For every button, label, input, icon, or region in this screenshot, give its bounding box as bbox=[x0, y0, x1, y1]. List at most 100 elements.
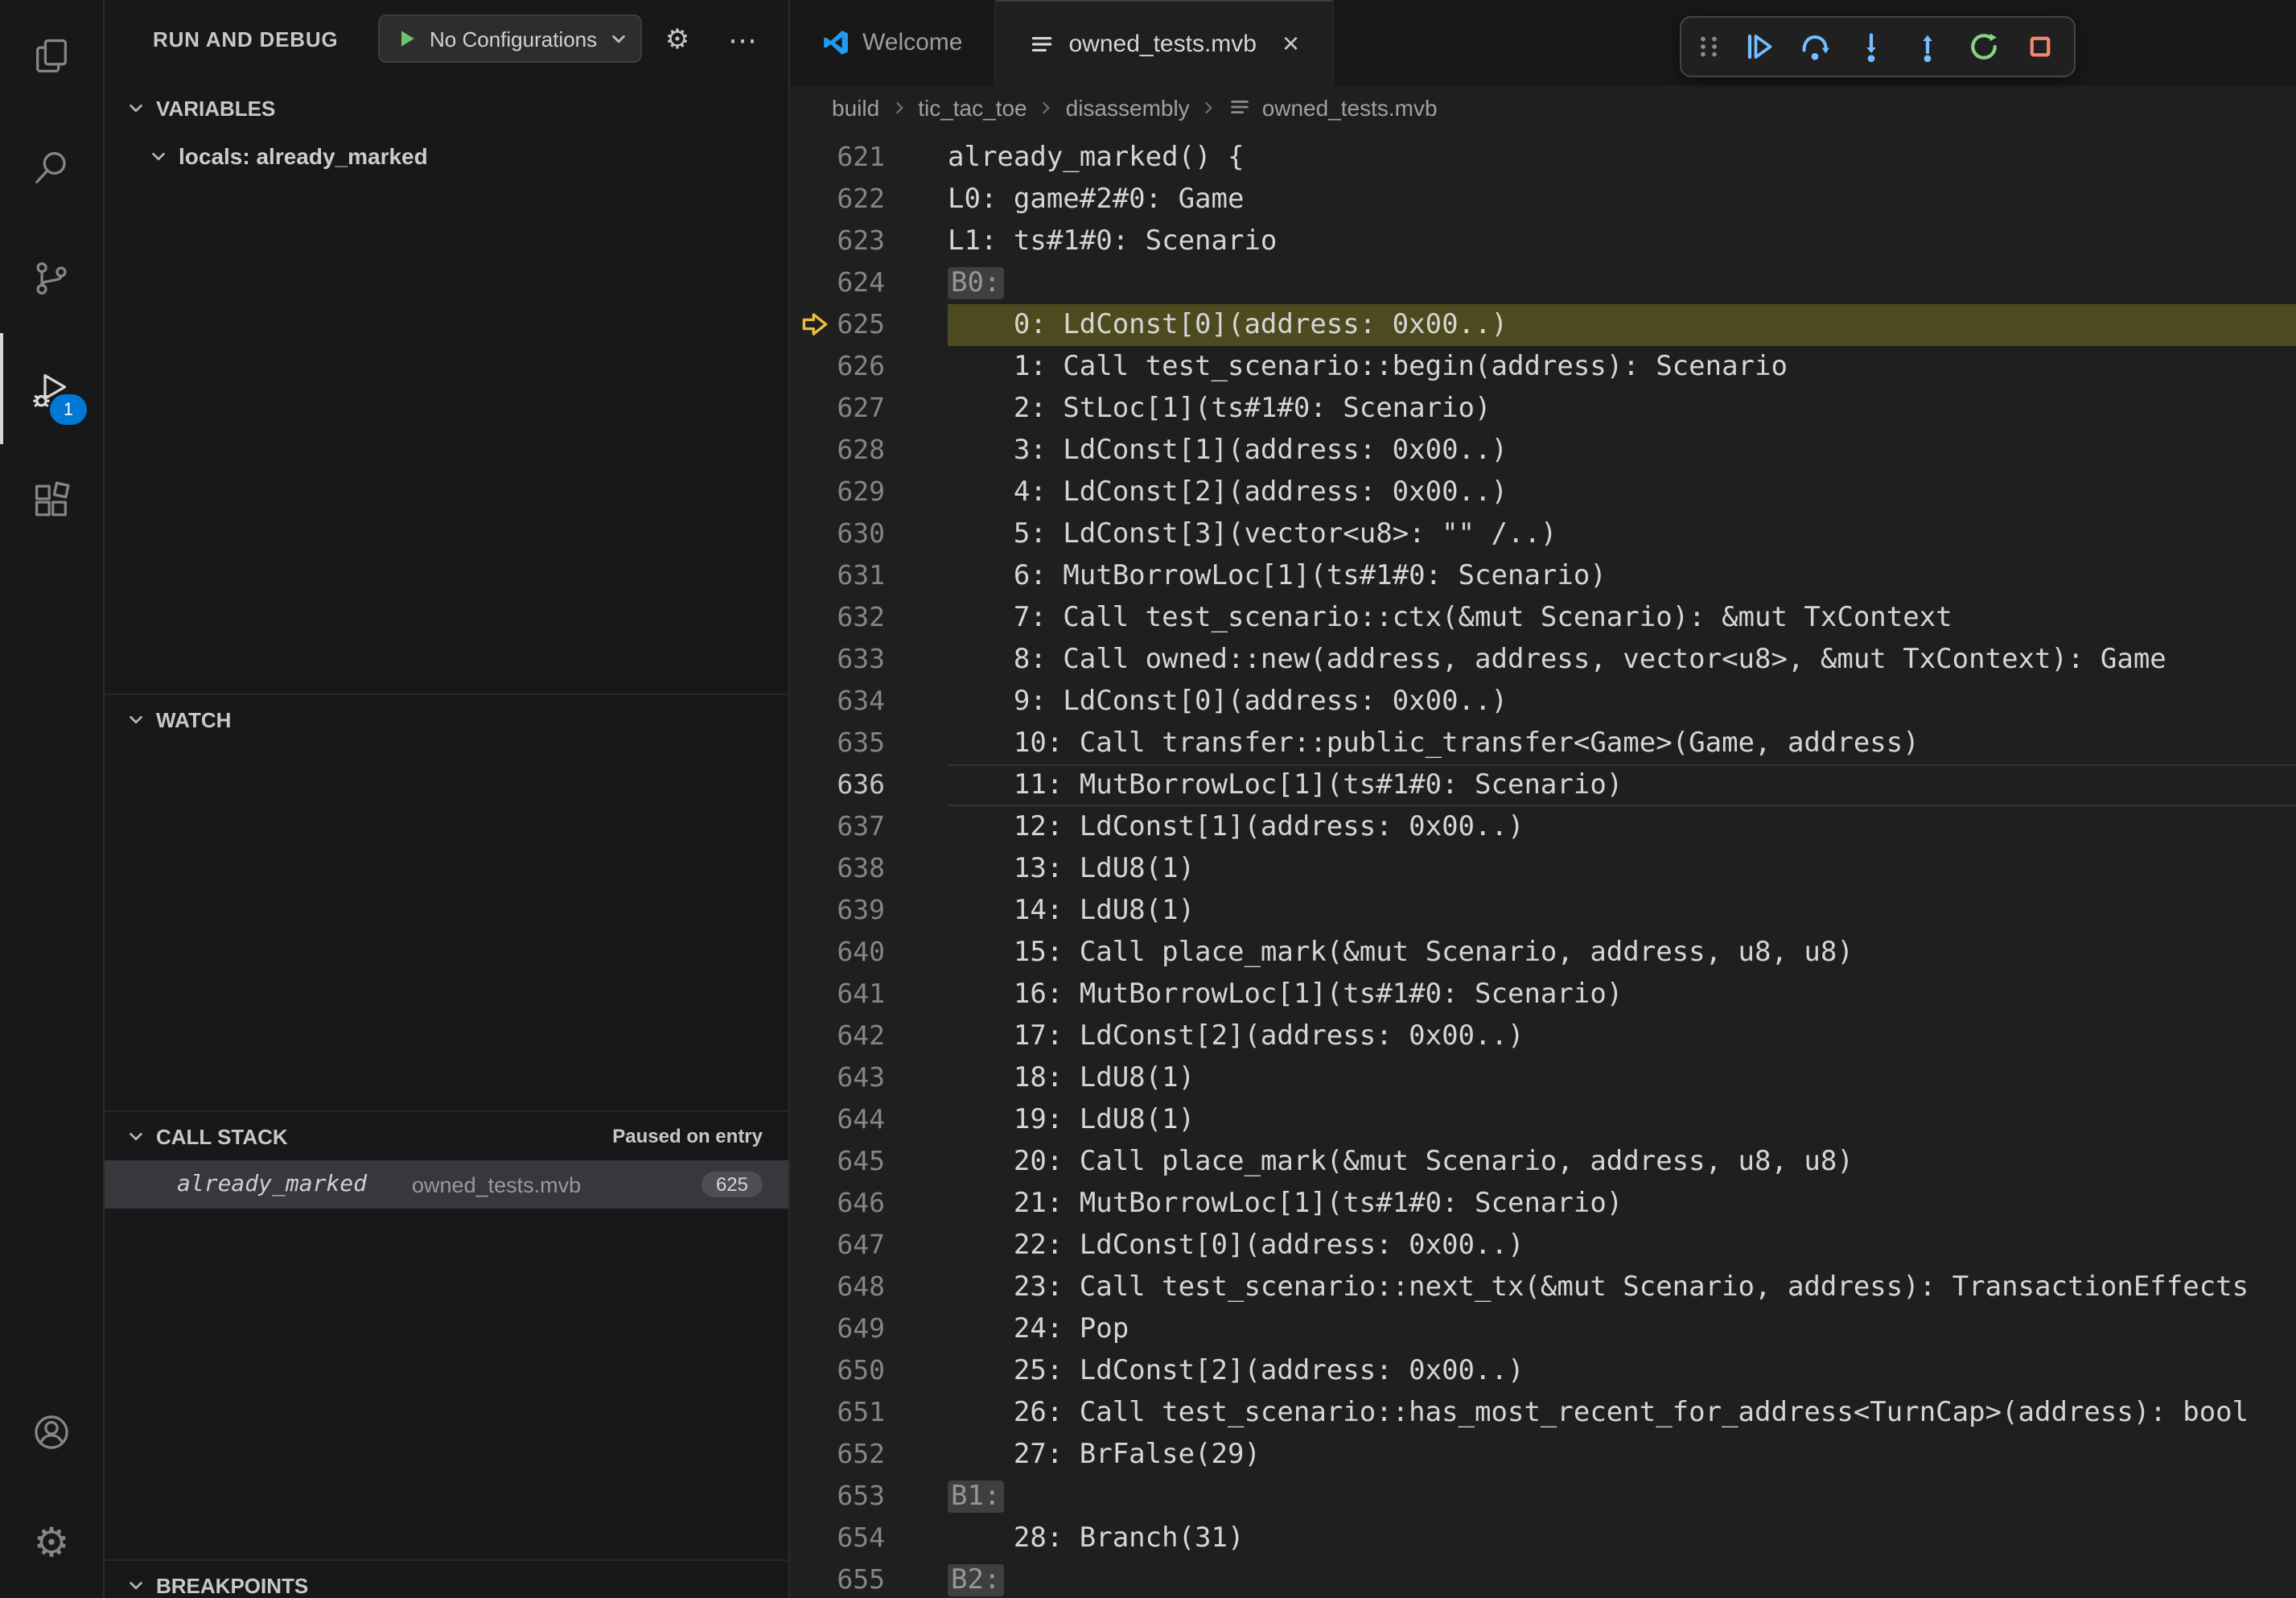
code-line-646[interactable]: 646 21: MutBorrowLoc[1](ts#1#0: Scenario… bbox=[790, 1183, 2296, 1225]
line-number[interactable]: 645 bbox=[835, 1141, 885, 1183]
line-number[interactable]: 655 bbox=[835, 1559, 885, 1598]
continue-button[interactable] bbox=[1731, 23, 1784, 71]
line-number[interactable]: 638 bbox=[835, 848, 885, 890]
code-line-652[interactable]: 652 27: BrFalse(29) bbox=[790, 1434, 2296, 1476]
line-number[interactable]: 639 bbox=[835, 890, 885, 932]
code-line-654[interactable]: 654 28: Branch(31) bbox=[790, 1518, 2296, 1559]
line-number[interactable]: 637 bbox=[835, 806, 885, 848]
line-number[interactable]: 642 bbox=[835, 1015, 885, 1057]
line-number[interactable]: 636 bbox=[835, 764, 885, 806]
line-number[interactable]: 646 bbox=[835, 1183, 885, 1225]
code-line-633[interactable]: 633 8: Call owned::new(address, address,… bbox=[790, 639, 2296, 681]
line-number[interactable]: 650 bbox=[835, 1350, 885, 1392]
code-line-627[interactable]: 627 2: StLoc[1](ts#1#0: Scenario) bbox=[790, 388, 2296, 430]
code-line-655[interactable]: 655B2: bbox=[790, 1559, 2296, 1598]
breadcrumb-item[interactable]: tic_tac_toe bbox=[918, 94, 1027, 120]
tab-welcome[interactable]: Welcome bbox=[790, 0, 997, 85]
line-number[interactable]: 629 bbox=[835, 472, 885, 513]
code-line-649[interactable]: 649 24: Pop bbox=[790, 1308, 2296, 1350]
section-header-breakpoints[interactable]: BREAKPOINTS bbox=[105, 1561, 788, 1598]
code-line-629[interactable]: 629 4: LdConst[2](address: 0x00..) bbox=[790, 472, 2296, 513]
line-number[interactable]: 652 bbox=[835, 1434, 885, 1476]
stop-button[interactable] bbox=[2013, 23, 2066, 71]
line-number[interactable]: 654 bbox=[835, 1518, 885, 1559]
activity-item-search[interactable] bbox=[0, 111, 103, 222]
activity-item-settings[interactable]: ⚙ bbox=[0, 1487, 103, 1598]
code-line-626[interactable]: 626 1: Call test_scenario::begin(address… bbox=[790, 346, 2296, 388]
code-line-639[interactable]: 639 14: LdU8(1) bbox=[790, 890, 2296, 932]
code-line-628[interactable]: 628 3: LdConst[1](address: 0x00..) bbox=[790, 430, 2296, 472]
code-line-637[interactable]: 637 12: LdConst[1](address: 0x00..) bbox=[790, 806, 2296, 848]
code-line-623[interactable]: 623L1: ts#1#0: Scenario bbox=[790, 220, 2296, 262]
code-line-645[interactable]: 645 20: Call place_mark(&mut Scenario, a… bbox=[790, 1141, 2296, 1183]
debug-toolbar-drag-handle[interactable] bbox=[1689, 23, 1728, 71]
line-number[interactable]: 647 bbox=[835, 1225, 885, 1266]
breadcrumb-item-file[interactable]: owned_tests.mvb bbox=[1228, 94, 1438, 120]
code-line-636[interactable]: 636 11: MutBorrowLoc[1](ts#1#0: Scenario… bbox=[790, 764, 2296, 806]
line-number[interactable]: 653 bbox=[835, 1476, 885, 1518]
line-number[interactable]: 630 bbox=[835, 513, 885, 555]
breadcrumb-item[interactable]: build bbox=[832, 94, 879, 120]
line-number[interactable]: 621 bbox=[835, 137, 885, 179]
code-line-625[interactable]: 625 0: LdConst[0](address: 0x00..) bbox=[790, 304, 2296, 346]
section-header-watch[interactable]: WATCH bbox=[105, 695, 788, 743]
line-number[interactable]: 644 bbox=[835, 1099, 885, 1141]
activity-item-explorer[interactable] bbox=[0, 0, 103, 111]
more-actions-icon[interactable]: ⋯ bbox=[722, 19, 764, 61]
code-line-650[interactable]: 650 25: LdConst[2](address: 0x00..) bbox=[790, 1350, 2296, 1392]
step-over-button[interactable] bbox=[1788, 23, 1841, 71]
step-out-button[interactable] bbox=[1900, 23, 1953, 71]
code-line-634[interactable]: 634 9: LdConst[0](address: 0x00..) bbox=[790, 681, 2296, 723]
code-line-631[interactable]: 631 6: MutBorrowLoc[1](ts#1#0: Scenario) bbox=[790, 555, 2296, 597]
code-line-653[interactable]: 653B1: bbox=[790, 1476, 2296, 1518]
code-line-648[interactable]: 648 23: Call test_scenario::next_tx(&mut… bbox=[790, 1266, 2296, 1308]
code-line-635[interactable]: 635 10: Call transfer::public_transfer<G… bbox=[790, 723, 2296, 764]
line-number[interactable]: 651 bbox=[835, 1392, 885, 1434]
line-number[interactable]: 635 bbox=[835, 723, 885, 764]
code-line-622[interactable]: 622L0: game#2#0: Game bbox=[790, 179, 2296, 220]
code-line-640[interactable]: 640 15: Call place_mark(&mut Scenario, a… bbox=[790, 932, 2296, 974]
code-line-651[interactable]: 651 26: Call test_scenario::has_most_rec… bbox=[790, 1392, 2296, 1434]
line-number[interactable]: 626 bbox=[835, 346, 885, 388]
variables-scope-row[interactable]: locals: already_marked bbox=[105, 132, 788, 180]
code-line-630[interactable]: 630 5: LdConst[3](vector<u8>: "" /..) bbox=[790, 513, 2296, 555]
line-number[interactable]: 640 bbox=[835, 932, 885, 974]
code-line-638[interactable]: 638 13: LdU8(1) bbox=[790, 848, 2296, 890]
debug-config-dropdown[interactable]: No Configurations bbox=[378, 14, 642, 63]
activity-item-run-and-debug[interactable]: 1 bbox=[0, 333, 103, 444]
line-number[interactable]: 628 bbox=[835, 430, 885, 472]
tab-owned-tests[interactable]: owned_tests.mvb × bbox=[997, 0, 1334, 85]
line-number[interactable]: 632 bbox=[835, 597, 885, 639]
code-line-624[interactable]: 624B0: bbox=[790, 262, 2296, 304]
code-line-647[interactable]: 647 22: LdConst[0](address: 0x00..) bbox=[790, 1225, 2296, 1266]
code-line-641[interactable]: 641 16: MutBorrowLoc[1](ts#1#0: Scenario… bbox=[790, 974, 2296, 1015]
step-into-button[interactable] bbox=[1844, 23, 1897, 71]
line-number[interactable]: 625 bbox=[835, 304, 885, 346]
line-number[interactable]: 631 bbox=[835, 555, 885, 597]
line-number[interactable]: 643 bbox=[835, 1057, 885, 1099]
code-line-621[interactable]: 621already_marked() { bbox=[790, 137, 2296, 179]
code-line-642[interactable]: 642 17: LdConst[2](address: 0x00..) bbox=[790, 1015, 2296, 1057]
section-header-variables[interactable]: VARIABLES bbox=[105, 84, 788, 132]
restart-button[interactable] bbox=[1957, 23, 2010, 71]
code-line-643[interactable]: 643 18: LdU8(1) bbox=[790, 1057, 2296, 1099]
line-number[interactable]: 624 bbox=[835, 262, 885, 304]
call-stack-frame[interactable]: already_marked owned_tests.mvb 625 bbox=[105, 1160, 788, 1209]
line-number[interactable]: 649 bbox=[835, 1308, 885, 1350]
line-number[interactable]: 623 bbox=[835, 220, 885, 262]
close-icon[interactable]: × bbox=[1282, 29, 1299, 58]
code-line-632[interactable]: 632 7: Call test_scenario::ctx(&mut Scen… bbox=[790, 597, 2296, 639]
line-number[interactable]: 634 bbox=[835, 681, 885, 723]
line-number[interactable]: 648 bbox=[835, 1266, 885, 1308]
breadcrumb-item[interactable]: disassembly bbox=[1066, 94, 1190, 120]
section-header-call-stack[interactable]: CALL STACK Paused on entry bbox=[105, 1112, 788, 1160]
debug-gear-icon[interactable]: ⚙ bbox=[656, 19, 698, 61]
line-number[interactable]: 633 bbox=[835, 639, 885, 681]
activity-item-source-control[interactable] bbox=[0, 222, 103, 333]
code-line-644[interactable]: 644 19: LdU8(1) bbox=[790, 1099, 2296, 1141]
activity-item-extensions[interactable] bbox=[0, 444, 103, 555]
line-number[interactable]: 622 bbox=[835, 179, 885, 220]
activity-item-accounts[interactable] bbox=[0, 1376, 103, 1487]
line-number[interactable]: 627 bbox=[835, 388, 885, 430]
line-number[interactable]: 641 bbox=[835, 974, 885, 1015]
